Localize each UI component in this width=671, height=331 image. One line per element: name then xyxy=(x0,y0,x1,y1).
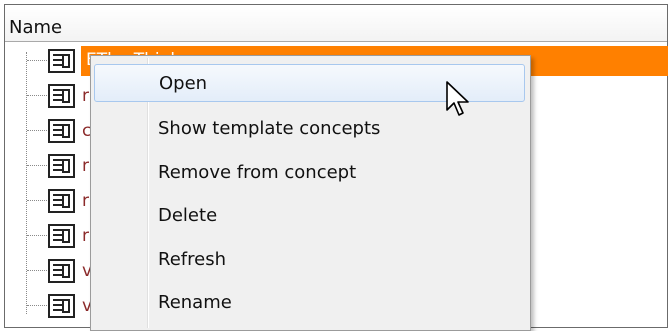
document-icon xyxy=(48,49,75,73)
menu-item-label: Delete xyxy=(158,205,218,226)
document-icon xyxy=(48,189,75,213)
tree-row-label: r xyxy=(82,86,89,106)
document-icon xyxy=(48,294,75,318)
menu-item-label: Refresh xyxy=(158,249,226,270)
menu-item-refresh[interactable]: Refresh xyxy=(94,241,525,279)
tree-row-label: r xyxy=(82,191,89,211)
tree-branch-line xyxy=(27,235,47,236)
menu-item-delete[interactable]: Delete xyxy=(94,197,525,235)
tree-branch-line xyxy=(27,270,47,271)
tree-branch-line xyxy=(27,200,47,201)
tree-row-label: r xyxy=(82,156,89,176)
tree-branch-line xyxy=(27,130,47,131)
menu-item-label: Remove from concept xyxy=(158,162,357,183)
document-icon xyxy=(48,259,75,283)
tree-branch-line xyxy=(27,305,47,306)
tree-row-label: r xyxy=(82,226,89,246)
menu-item-label: Rename xyxy=(158,292,232,313)
menu-item-label: Show template concepts xyxy=(158,118,381,139)
arrow-cursor-icon xyxy=(446,81,469,116)
menu-item-remove-from-concept[interactable]: Remove from concept xyxy=(94,154,525,192)
tree-branch-line xyxy=(27,165,47,166)
menu-item-label: Open xyxy=(159,73,208,94)
document-icon xyxy=(48,119,75,143)
document-icon xyxy=(48,224,75,248)
document-icon xyxy=(48,84,75,108)
document-icon xyxy=(48,154,75,178)
tree-branch-line xyxy=(27,60,47,61)
tree-branch-line xyxy=(27,95,47,96)
menu-item-rename[interactable]: Rename xyxy=(94,284,525,322)
